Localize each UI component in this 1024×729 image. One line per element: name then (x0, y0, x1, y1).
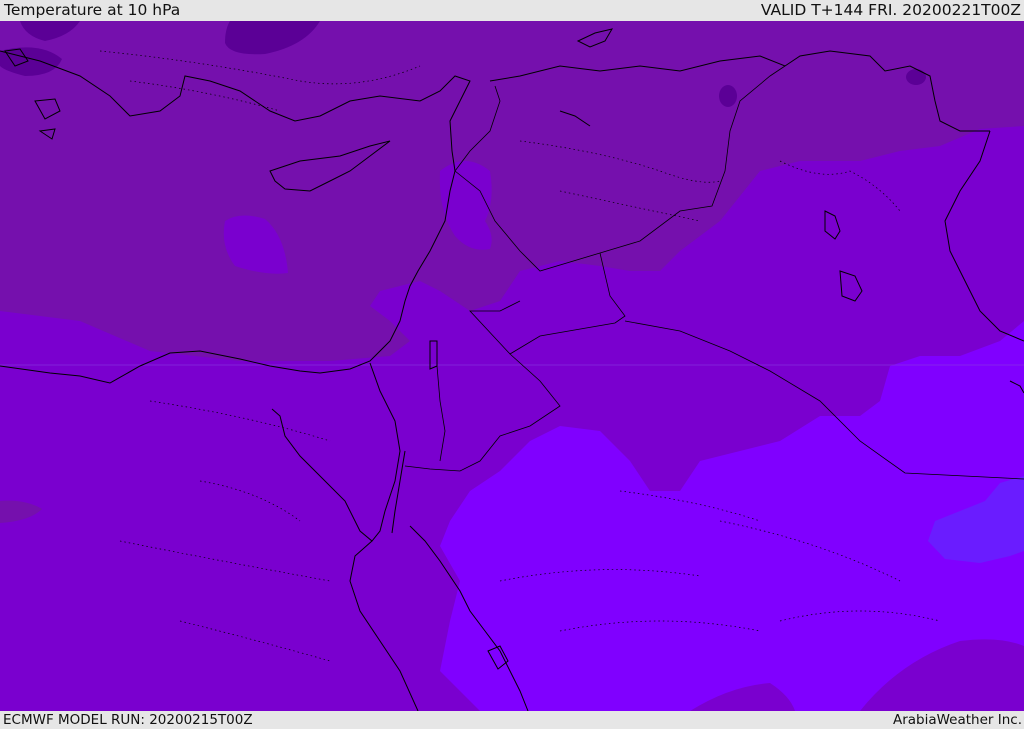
map-title: Temperature at 10 hPa (4, 1, 181, 19)
temperature-map[interactable] (0, 21, 1024, 711)
map-canvas (0, 21, 1024, 711)
model-run-label: ECMWF MODEL RUN: 20200215T00Z (3, 712, 253, 728)
valid-time-label: VALID T+144 FRI. 20200221T00Z (760, 1, 1021, 19)
temperature-patch-coldest-4 (719, 85, 737, 107)
credit-label: ArabiaWeather Inc. (892, 712, 1022, 728)
bottom-bar: ECMWF MODEL RUN: 20200215T00Z ArabiaWeat… (0, 711, 1024, 729)
temperature-patch-coldest-5 (906, 69, 926, 85)
top-bar: Temperature at 10 hPa VALID T+144 FRI. 2… (0, 0, 1024, 21)
